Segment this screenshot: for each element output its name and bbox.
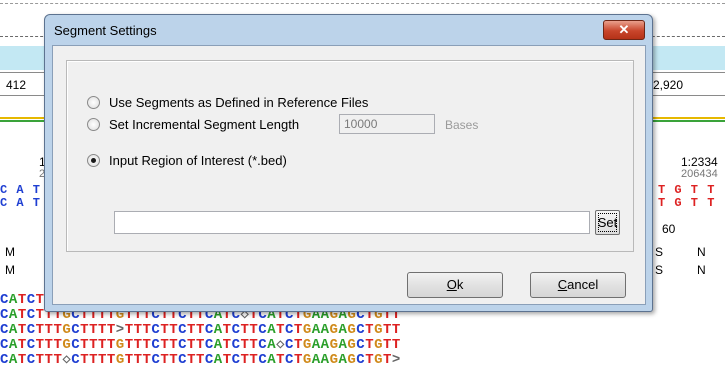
- left-edge-sequence: C A T: [0, 196, 42, 210]
- radio-region-of-interest[interactable]: [87, 154, 100, 167]
- position-label-right: 1:2334: [681, 155, 718, 169]
- bed-file-path-input[interactable]: [114, 211, 590, 234]
- m-label: M: [5, 263, 15, 277]
- option-region-of-interest[interactable]: Input Region of Interest (*.bed): [87, 153, 287, 168]
- read-row: CATCTTTGCTTTT>TTTCTTCTTCATCTTCATCTGAAGAG…: [0, 323, 401, 338]
- option-incremental-length[interactable]: Set Incremental Segment Length: [87, 117, 299, 132]
- segment-settings-dialog: Segment Settings ✕ Use Segments as Defin…: [44, 14, 653, 312]
- position-label-mid: 60: [662, 222, 676, 236]
- dialog-body: Use Segments as Defined in Reference Fil…: [52, 45, 646, 305]
- option-reference-segments[interactable]: Use Segments as Defined in Reference Fil…: [87, 95, 368, 110]
- option-reference-segments-label: Use Segments as Defined in Reference Fil…: [109, 95, 369, 110]
- set-bed-file-button[interactable]: Set: [595, 210, 620, 235]
- read-row: CATCTTT◇CTTTTGTTTCTTCTTCATCTTCATCTGAAGAG…: [0, 353, 401, 368]
- cancel-button[interactable]: Cancel: [530, 272, 626, 298]
- radio-reference-segments[interactable]: [87, 96, 100, 109]
- m-label: M: [5, 245, 15, 259]
- bases-label: Bases: [445, 118, 479, 132]
- ruler-label-left: 412: [6, 78, 27, 92]
- close-button[interactable]: ✕: [603, 20, 645, 40]
- dialog-title: Segment Settings: [54, 23, 157, 38]
- right-edge-sequence: T G T T: [658, 196, 716, 210]
- segment-options-group: Use Segments as Defined in Reference Fil…: [66, 60, 634, 252]
- read-row: CATCTTTGCTTTTGTTTCTTCTTCATCTTCA◇CTGAAGAG…: [0, 338, 401, 353]
- n-label: N: [697, 245, 706, 259]
- right-edge-sequence: T G T T: [658, 183, 716, 197]
- close-icon: ✕: [618, 22, 630, 37]
- dialog-titlebar[interactable]: Segment Settings ✕: [45, 15, 652, 45]
- option-region-of-interest-label: Input Region of Interest (*.bed): [109, 153, 287, 168]
- s-label: S: [655, 263, 664, 277]
- option-incremental-length-label: Set Incremental Segment Length: [109, 117, 300, 132]
- n-label: N: [697, 263, 706, 277]
- position-sublabel-right: 206434: [681, 168, 718, 180]
- s-label: S: [655, 245, 664, 259]
- segment-length-input[interactable]: 10000: [339, 114, 435, 134]
- ruler-label-right: 2,920: [653, 78, 684, 92]
- left-edge-sequence: C A T: [0, 183, 42, 197]
- track-divider: [0, 3, 725, 4]
- radio-incremental-length[interactable]: [87, 118, 100, 131]
- ok-button[interactable]: Ok: [407, 272, 503, 298]
